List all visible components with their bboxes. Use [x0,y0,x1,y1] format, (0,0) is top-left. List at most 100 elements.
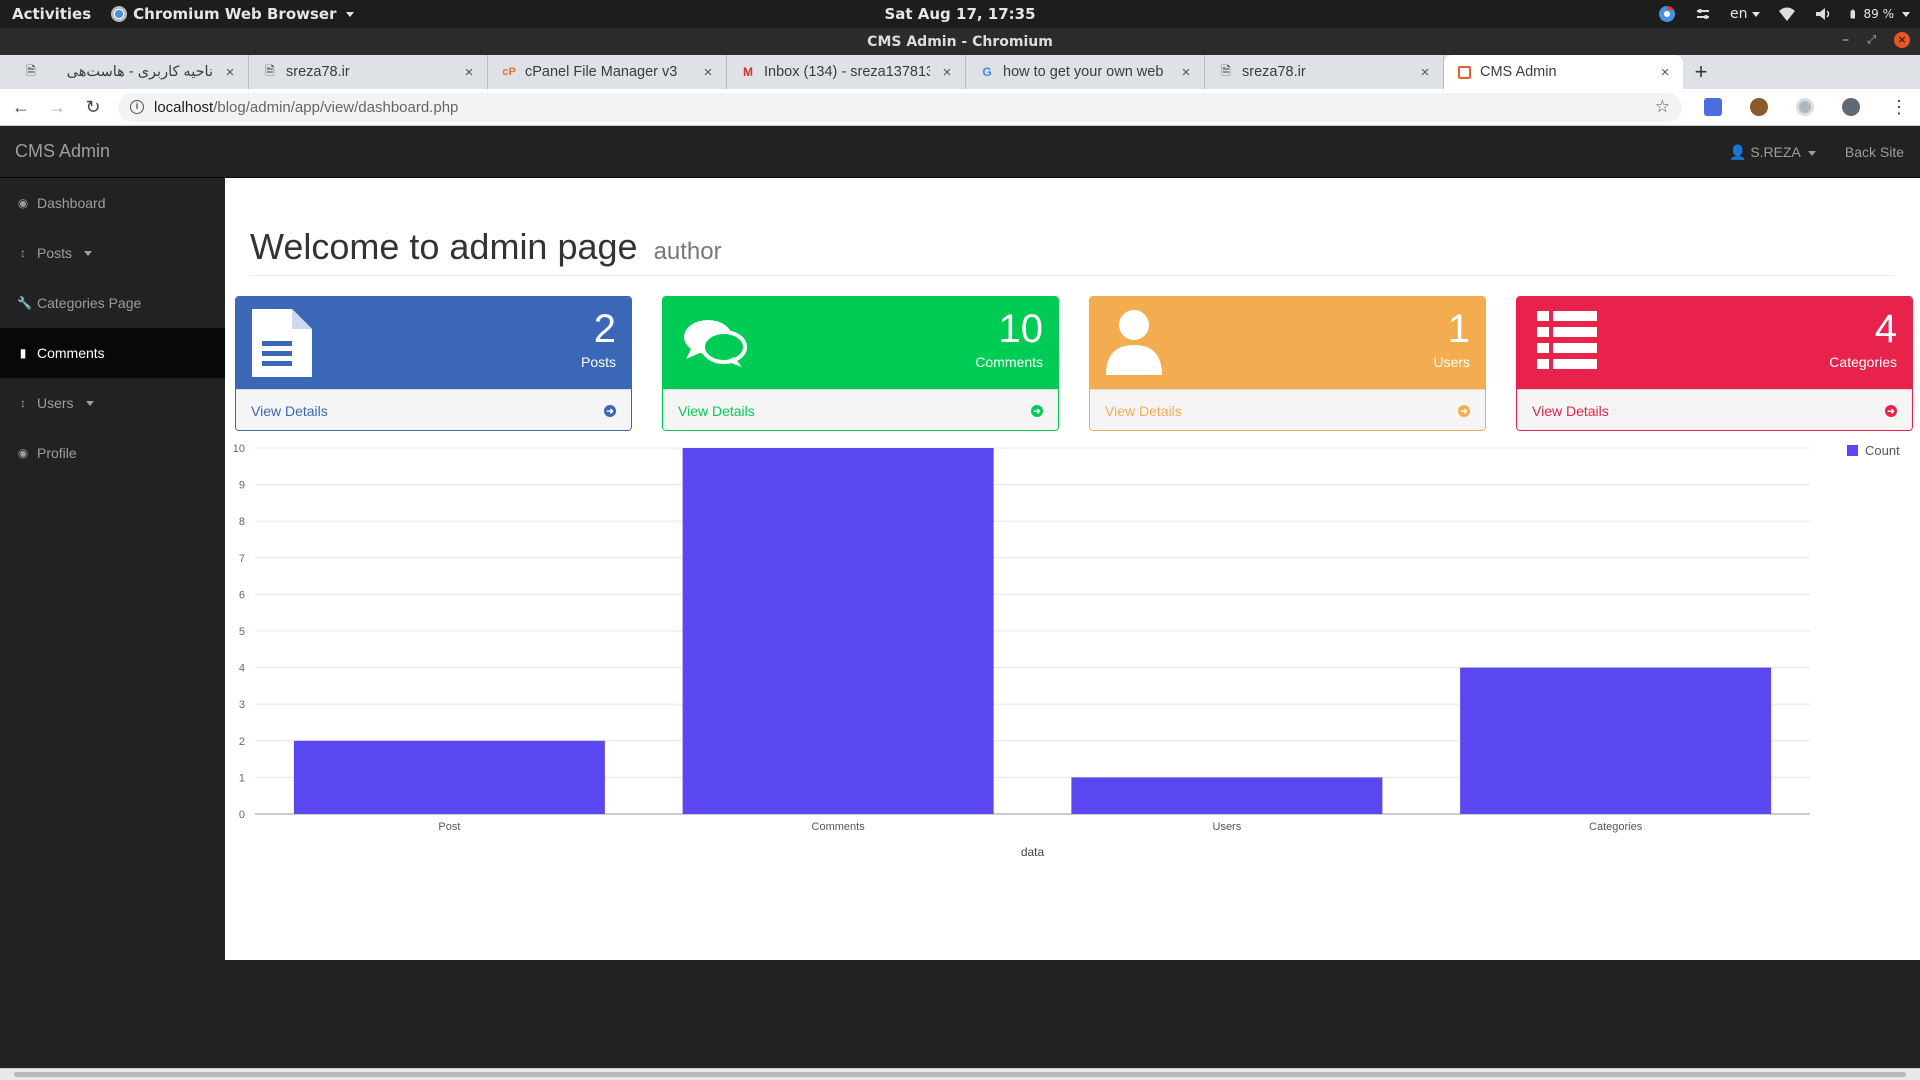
tab-title: CMS Admin [1480,64,1557,80]
view-details-link[interactable]: View Details ➜ [1517,389,1912,430]
sidebar-item-label: Posts [37,245,73,261]
sidebar: ◉ Dashboard ↕ Posts 🔧 Categories Page ▮ … [0,178,225,478]
system-tray[interactable]: en 89 % [1658,0,1910,28]
panel-count: 1 [1447,307,1470,351]
file-text-icon [252,309,312,377]
y-tick-label: 7 [239,553,245,565]
tab-title: sreza78.ir [286,64,350,80]
sidebar-item-users[interactable]: ↕ Users [0,378,225,428]
back-site-link[interactable]: Back Site [1845,144,1904,160]
arrows-v-icon: ↕ [20,396,26,410]
restore-icon[interactable]: ⤢ [1867,33,1876,47]
x-tick-label: Categories [1589,821,1643,833]
panel-label: Categories [1829,354,1897,370]
chart-bar [293,740,605,814]
page-icon: 🗎 [265,63,275,78]
panel-heading: 1 Users [1090,297,1485,389]
arrow-circle-right-icon: ➜ [604,405,616,417]
wifi-icon[interactable] [1778,5,1796,23]
tab-title: sreza78.ir [1242,64,1306,80]
forward-arrow-icon[interactable]: → [46,97,68,118]
network-settings-icon[interactable] [1694,5,1712,23]
sidebar-item-label: Dashboard [37,195,106,211]
user-dropdown[interactable]: 👤 S.REZA [1729,144,1816,161]
view-details-link[interactable]: View Details ➜ [663,389,1058,430]
sidebar-item-posts[interactable]: ↕ Posts [0,228,225,278]
comments-panel: 10 Comments View Details ➜ [662,296,1059,431]
y-tick-label: 1 [239,772,245,784]
main-content: Welcome to admin page author 2 Posts Vie… [225,178,1920,960]
avatar-extension-icon[interactable] [1750,98,1768,116]
panel-label: Posts [580,354,616,370]
circle-extension-icon[interactable] [1796,98,1814,116]
window-title: CMS Admin - Chromium [867,33,1053,50]
profile-avatar-icon[interactable] [1842,98,1860,116]
page-title: Welcome to admin page author [250,226,722,267]
tab-title: ناحیه کاربری - هاست‌هی [66,64,213,80]
y-tick-label: 3 [239,699,245,711]
y-tick-label: 5 [239,626,245,638]
volume-icon[interactable] [1814,5,1832,23]
tab-cpanel[interactable]: cP cPanel File Manager v3 × [488,55,727,89]
panel-label: Comments [975,354,1043,370]
panel-label: Users [1433,354,1470,370]
chevron-down-icon [1902,11,1910,17]
sidebar-item-profile[interactable]: ◉ Profile [0,428,225,478]
close-tab-icon[interactable]: × [1178,64,1194,81]
panel-heading: 10 Comments [663,297,1058,389]
window-close-icon[interactable]: × [1894,32,1910,48]
horizontal-scrollbar[interactable] [0,1068,1920,1080]
categories-panel: 4 Categories View Details ➜ [1516,296,1913,431]
back-arrow-icon[interactable]: ← [10,97,32,118]
close-tab-icon[interactable]: × [461,64,477,81]
close-tab-icon[interactable]: × [222,64,238,81]
language-indicator[interactable]: en [1730,6,1760,22]
brand-link[interactable]: CMS Admin [15,141,110,162]
scrollbar-thumb[interactable] [14,1072,1906,1077]
close-tab-icon[interactable]: × [1657,64,1673,81]
sidebar-item-categories[interactable]: 🔧 Categories Page [0,278,225,328]
list-icon [1537,311,1597,369]
tab-sreza78-2[interactable]: 🗎 sreza78.ir × [1205,55,1444,89]
view-details-link[interactable]: View Details ➜ [1090,389,1485,430]
tab-cms-admin[interactable]: CMS Admin × [1444,55,1683,89]
sidebar-item-comments[interactable]: ▮ Comments [0,328,225,378]
arrow-circle-right-icon: ➜ [1031,405,1043,417]
view-details-link[interactable]: View Details ➜ [236,389,631,430]
tab-hostinghe[interactable]: 🗎 ناحیه کاربری - هاست‌هی × [10,55,249,89]
reload-icon[interactable]: ↻ [82,97,104,118]
window-title-bar: CMS Admin - Chromium – ⤢ × [0,28,1920,55]
tab-gmail[interactable]: M Inbox (134) - sreza137813 × [727,55,966,89]
posts-panel: 2 Posts View Details ➜ [235,296,632,431]
site-info-icon[interactable]: i [130,100,144,114]
chart-bar [682,448,994,814]
file-icon: ▮ [19,346,27,360]
minimize-icon[interactable]: – [1842,32,1849,48]
chromium-icon [111,6,128,22]
cms-icon [1458,65,1471,79]
new-tab-button[interactable]: + [1683,55,1719,89]
sidebar-item-dashboard[interactable]: ◉ Dashboard [0,178,225,228]
x-tick-label: Post [438,821,460,833]
address-bar[interactable]: i localhost/blog/admin/app/view/dashboar… [118,92,1682,122]
tab-strip: 🗎 ناحیه کاربری - هاست‌هی × 🗎 sreza78.ir … [0,55,1920,89]
sidebar-item-label: Users [37,395,74,411]
tab-sreza78[interactable]: 🗎 sreza78.ir × [249,55,488,89]
menu-dots-icon[interactable]: ⋮ [1888,97,1910,118]
chart-bar [1460,667,1772,814]
activities-button[interactable]: Activities [12,5,91,23]
y-tick-label: 10 [233,443,245,455]
close-tab-icon[interactable]: × [1417,64,1433,81]
bookmark-star-icon[interactable]: ☆ [1655,97,1670,117]
tab-title: cPanel File Manager v3 [525,64,678,80]
tab-google[interactable]: G how to get your own web × [966,55,1205,89]
page-icon: 🗎 [26,63,36,78]
close-tab-icon[interactable]: × [700,64,716,81]
battery-indicator[interactable]: 89 % [1850,5,1910,23]
app-menu[interactable]: Chromium Web Browser [111,5,355,23]
url-host: localhost [154,98,214,116]
translate-extension-icon[interactable] [1704,98,1722,116]
chrome-badge-icon[interactable] [1658,5,1676,23]
x-axis-label: data [1021,845,1045,859]
close-tab-icon[interactable]: × [939,64,955,81]
